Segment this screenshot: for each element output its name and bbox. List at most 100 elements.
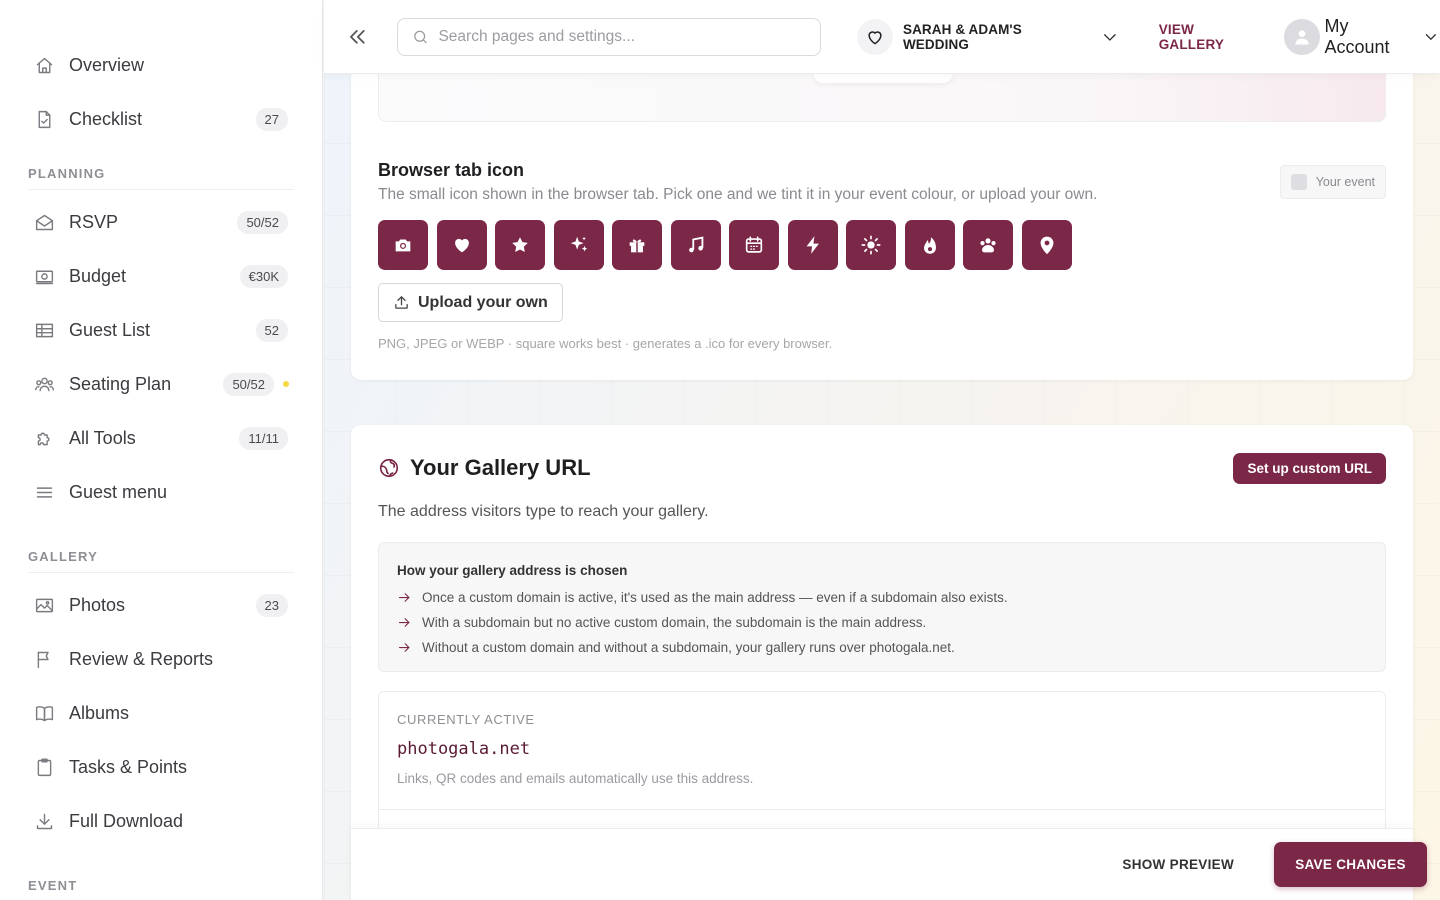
your-event-chip: Your event [1279,165,1386,199]
count-badge: 23 [255,593,288,617]
active-domain: photogala.net [397,739,531,759]
sidebar-item-photos[interactable]: Photos 23 [28,578,294,632]
count-badge: 11/11 [239,426,288,450]
count-badge: 52 [255,318,288,342]
collapse-sidebar-icon[interactable] [346,25,370,49]
paw-icon [977,234,999,256]
info-row-text: Without a custom domain and without a su… [422,640,955,655]
bolt-icon [802,234,824,256]
tab-icon-option-bolt[interactable] [787,220,838,270]
view-gallery-link[interactable]: VIEW GALLERY [1159,22,1262,52]
sidebar-item-label: Review & Reports [69,648,214,669]
browser-tab-title: Browser tab icon [378,160,525,180]
tab-icon-option-sun[interactable] [846,220,896,270]
music-icon [685,234,707,256]
tab-icon-option-location[interactable] [1021,220,1072,270]
your-event-label: Your event [1315,175,1375,189]
info-row-text: With a subdomain but no active custom do… [422,615,927,630]
tab-icon-option-music[interactable] [670,220,721,270]
checklist-icon [33,108,55,130]
event-color-swatch [1290,174,1307,190]
active-label: CURRENTLY ACTIVE [397,712,535,727]
flame-icon [919,234,941,256]
gift-icon [626,234,648,256]
people-icon [33,373,55,395]
tab-icon-option-star[interactable] [495,220,545,270]
count-badge: €30K [239,264,288,288]
clipboard-icon [33,756,55,778]
gallery-url-heading: Your Gallery URL [378,455,591,481]
tab-icon-option-camera[interactable] [378,220,428,270]
menu-icon [33,481,55,503]
book-icon [33,702,55,724]
account-label: My Account [1324,15,1390,57]
section-label-event: EVENT [28,848,294,900]
top-bar: SARAH & ADAM'S WEDDING VIEW GALLERY My A… [324,0,1440,74]
download-icon [33,810,55,832]
camera-icon [392,234,414,256]
search-box[interactable] [396,17,822,56]
envelope-icon [33,211,55,233]
show-preview-button[interactable]: SHOW PREVIEW [1122,857,1234,872]
star-icon [509,234,531,256]
tab-icon-option-sparkles[interactable] [553,220,604,270]
search-input[interactable] [438,27,807,46]
sidebar-item-label: Guest menu [69,481,168,502]
upload-icon-button[interactable]: Upload your own [378,283,563,322]
section-label-planning: PLANNING [28,146,294,190]
tab-icon-option-calendar[interactable] [729,220,779,270]
sidebar-item-label: Checklist [69,108,143,129]
location-icon [1036,234,1058,256]
action-bar: SHOW PREVIEW SAVE CHANGES [351,828,1427,900]
status-dot [283,381,289,387]
sidebar-item-seating-plan[interactable]: Seating Plan 50/52 [28,357,294,411]
tab-icon-option-flame[interactable] [904,220,955,270]
icon-picker [378,220,1072,270]
sidebar-item-checklist[interactable]: Checklist 27 [28,92,294,146]
sidebar: Overview Checklist 27 PLANNING RSVP 50/52 Budg… [0,0,323,900]
sidebar-item-rsvp[interactable]: RSVP 50/52 [28,195,294,249]
image-icon [33,594,55,616]
sidebar-item-label: All Tools [69,427,136,448]
arrow-right-icon [398,593,410,602]
info-row-text: Once a custom domain is active, it's use… [422,590,1008,605]
sidebar-item-label: Seating Plan [69,373,172,394]
tab-icon-option-paw[interactable] [963,220,1013,270]
address-info-box: How your gallery address is chosen Once … [378,542,1386,672]
heart-icon [451,234,473,256]
setup-custom-url-button[interactable]: Set up custom URL [1233,453,1386,484]
sidebar-item-label: Budget [69,265,127,286]
info-title: How your gallery address is chosen [397,563,628,578]
account-menu[interactable]: My Account [1284,16,1440,58]
info-row: Without a custom domain and without a su… [397,635,1367,660]
info-row: With a subdomain but no active custom do… [397,610,1367,635]
sidebar-item-guest-list[interactable]: Guest List 52 [28,303,294,357]
sidebar-item-label: Tasks & Points [69,756,188,777]
sidebar-item-tasks-points[interactable]: Tasks & Points [28,740,294,794]
sidebar-item-budget[interactable]: Budget €30K [28,249,294,303]
tab-icon-option-heart[interactable] [436,220,487,270]
sidebar-item-label: RSVP [69,211,119,232]
sidebar-item-review-reports[interactable]: Review & Reports [28,632,294,686]
save-changes-button[interactable]: SAVE CHANGES [1274,842,1427,887]
sidebar-item-full-download[interactable]: Full Download [28,794,294,848]
active-address-box: CURRENTLY ACTIVE photogala.net Links, QR… [378,691,1386,841]
sidebar-item-guest-menu[interactable]: Guest menu [28,465,294,519]
info-row: Once a custom domain is active, it's use… [397,585,1367,610]
event-name: SARAH & ADAM'S WEDDING [902,21,1022,52]
puzzle-icon [33,427,55,449]
money-icon [33,265,55,287]
upload-label: Upload your own [418,293,548,311]
sidebar-item-albums[interactable]: Albums [28,686,294,740]
sparkles-icon [568,234,590,256]
count-badge: 50/52 [223,372,274,396]
divider [379,809,1385,810]
tab-icon-option-gift[interactable] [612,220,662,270]
sun-icon [860,234,882,256]
event-selector[interactable]: SARAH & ADAM'S WEDDING [857,18,1118,55]
sidebar-item-overview[interactable]: Overview [28,38,294,92]
sidebar-item-label: Photos [69,594,126,615]
arrow-right-icon [398,618,410,627]
sidebar-item-all-tools[interactable]: All Tools 11/11 [28,411,294,465]
gallery-url-description: The address visitors type to reach your … [378,503,709,520]
